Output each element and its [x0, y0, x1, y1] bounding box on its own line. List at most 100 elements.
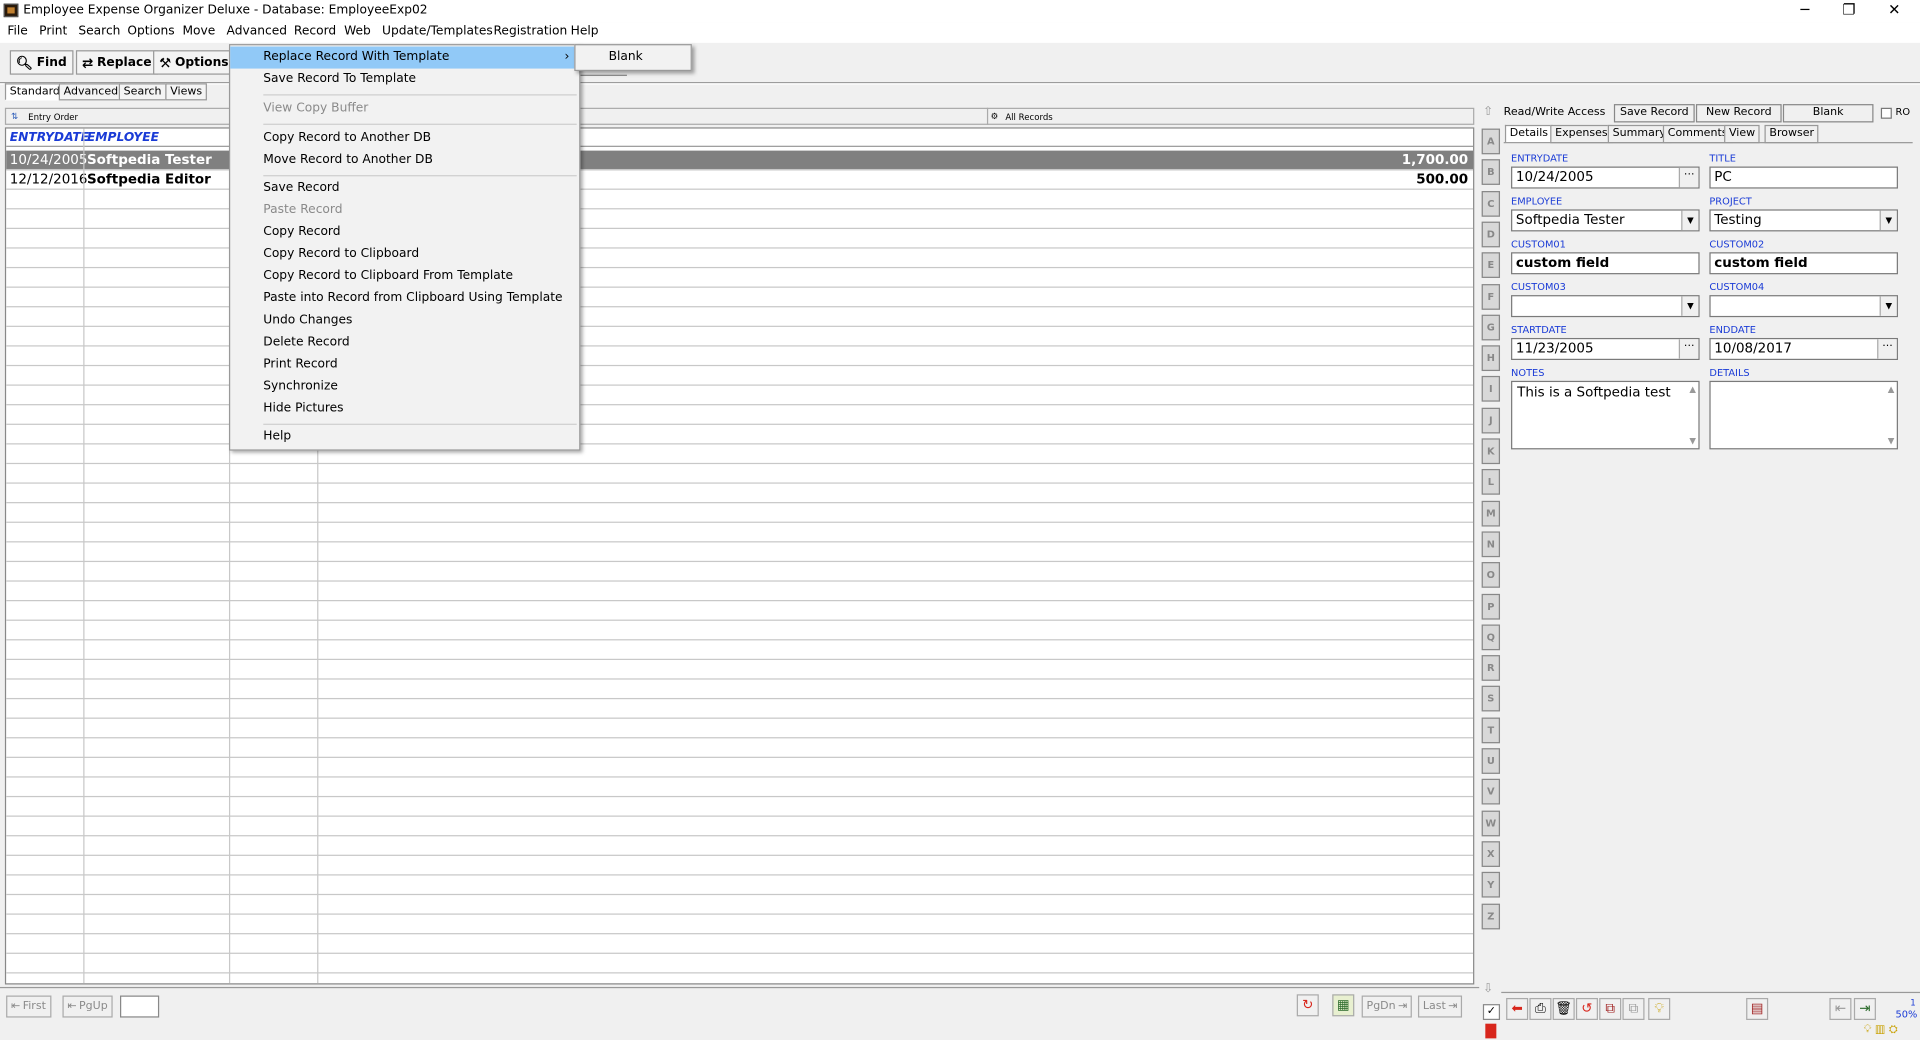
menu-item-print-record[interactable]: Print Record: [230, 354, 579, 376]
close-button[interactable]: ✕: [1872, 0, 1916, 22]
menu-item-delete-record[interactable]: Delete Record: [230, 332, 579, 354]
scroll-up-icon[interactable]: ▲: [1888, 384, 1895, 394]
menu-web[interactable]: Web: [344, 24, 371, 37]
ro-checkbox[interactable]: [1880, 107, 1892, 119]
menu-help[interactable]: Help: [571, 24, 599, 37]
alpha-letter-i[interactable]: I: [1481, 376, 1501, 403]
alpha-letter-d[interactable]: D: [1481, 221, 1501, 248]
minimize-button[interactable]: ─: [1783, 0, 1827, 22]
custom03-select[interactable]: ▼: [1511, 295, 1700, 318]
alpha-letter-v[interactable]: V: [1481, 779, 1501, 805]
alpha-letter-t[interactable]: T: [1481, 717, 1501, 743]
tab-views[interactable]: Views: [165, 83, 207, 101]
menu-item-copy-to-clipboard[interactable]: Copy Record to Clipboard: [230, 244, 579, 266]
alpha-letter-u[interactable]: U: [1481, 748, 1501, 774]
alpha-letter-h[interactable]: H: [1481, 345, 1501, 372]
chevron-down-icon[interactable]: ▼: [1879, 210, 1897, 231]
alpha-letter-s[interactable]: S: [1481, 686, 1501, 712]
grid-icon[interactable]: ▦: [1332, 994, 1355, 1017]
title-field[interactable]: PC: [1709, 166, 1898, 189]
menu-item-hide-pictures[interactable]: Hide Pictures: [230, 398, 579, 420]
menu-registration[interactable]: Registration: [493, 24, 567, 37]
custom04-select[interactable]: ▼: [1709, 295, 1898, 318]
details-textarea[interactable]: ▲ ▼: [1709, 380, 1898, 450]
menu-item-undo-changes[interactable]: Undo Changes: [230, 310, 579, 332]
alpha-letter-z[interactable]: Z: [1481, 903, 1501, 929]
restore-button[interactable]: ❐: [1827, 0, 1871, 22]
filter-label[interactable]: All Records: [1005, 113, 1052, 123]
menu-search[interactable]: Search: [78, 24, 120, 37]
scroll-down-icon[interactable]: ⇩: [1483, 982, 1493, 995]
date-picker-button[interactable]: ···: [1678, 167, 1699, 188]
tab-search[interactable]: Search: [118, 83, 167, 101]
alpha-letter-l[interactable]: L: [1481, 469, 1501, 496]
paste-record-icon[interactable]: ⧉: [1622, 997, 1645, 1021]
alpha-letter-b[interactable]: B: [1481, 159, 1501, 186]
trash-icon[interactable]: 🗑︎: [1552, 997, 1575, 1021]
notes-textarea[interactable]: This is a Softpedia test ▲ ▼: [1511, 380, 1700, 450]
menu-update-templates[interactable]: Update/Templates: [382, 24, 493, 37]
chevron-down-icon[interactable]: ▼: [1681, 296, 1699, 316]
menu-item-save-to-template[interactable]: Save Record To Template: [230, 69, 579, 91]
chevron-down-icon[interactable]: ▼: [1879, 296, 1897, 316]
prev-icon[interactable]: ⇤: [1829, 997, 1852, 1021]
record-grid[interactable]: ENTRYDATE EMPLOYEE 10/24/2005 Softpedia …: [4, 127, 1475, 985]
date-picker-button[interactable]: ···: [1678, 339, 1699, 359]
menu-file[interactable]: File: [7, 24, 27, 37]
tab-comments[interactable]: Comments: [1662, 124, 1733, 144]
date-picker-button[interactable]: ···: [1877, 339, 1897, 359]
alpha-letter-x[interactable]: X: [1481, 841, 1501, 867]
alpha-letter-e[interactable]: E: [1481, 252, 1501, 279]
alpha-letter-j[interactable]: J: [1481, 407, 1501, 434]
menu-item-paste-record[interactable]: Paste Record: [230, 200, 579, 222]
tab-standard[interactable]: Standard: [4, 83, 65, 101]
menu-item-synchronize[interactable]: Synchronize: [230, 376, 579, 398]
alpha-letter-n[interactable]: N: [1481, 531, 1501, 558]
menu-move[interactable]: Move: [182, 24, 215, 37]
next-icon[interactable]: ⇥: [1853, 997, 1876, 1021]
alpha-letter-a[interactable]: A: [1481, 128, 1501, 155]
alpha-letter-o[interactable]: O: [1481, 562, 1501, 588]
alpha-letter-g[interactable]: G: [1481, 314, 1501, 341]
back-arrow-icon[interactable]: ⬅: [1506, 997, 1529, 1021]
alpha-letter-c[interactable]: C: [1481, 190, 1501, 217]
entrydate-field[interactable]: 10/24/2005 ···: [1511, 166, 1700, 189]
check-icon[interactable]: ✓: [1482, 1004, 1501, 1021]
menu-record[interactable]: Record: [294, 24, 336, 37]
alpha-letter-y[interactable]: Y: [1481, 872, 1501, 898]
tab-browser[interactable]: Browser: [1764, 124, 1819, 144]
menu-item-view-copy-buffer[interactable]: View Copy Buffer: [230, 98, 579, 120]
alpha-letter-r[interactable]: R: [1481, 655, 1501, 681]
print-icon[interactable]: ⎙: [1529, 997, 1552, 1021]
sort-order-label[interactable]: Entry Order: [28, 113, 78, 123]
save-record-button[interactable]: Save Record: [1613, 104, 1695, 123]
alpha-letter-q[interactable]: Q: [1481, 624, 1501, 650]
startdate-field[interactable]: 11/23/2005 ···: [1511, 337, 1700, 361]
copy-record-icon[interactable]: ⧉: [1599, 997, 1622, 1021]
menu-item-copy-to-db[interactable]: Copy Record to Another DB: [230, 127, 579, 149]
menu-item-paste-clipboard-template[interactable]: Paste into Record from Clipboard Using T…: [230, 288, 579, 310]
new-record-button[interactable]: New Record: [1695, 104, 1782, 123]
table-row[interactable]: 12/12/2016 Softpedia Editor 500.00: [6, 170, 1473, 190]
menu-item-help[interactable]: Help: [230, 426, 579, 448]
submenu-item-blank[interactable]: Blank: [576, 47, 691, 69]
tab-expenses[interactable]: Expenses: [1550, 124, 1613, 144]
scroll-up-icon[interactable]: ▲: [1689, 384, 1696, 394]
alpha-letter-f[interactable]: F: [1481, 283, 1501, 310]
find-button[interactable]: 🔍︎ Find: [9, 50, 73, 75]
template-icon[interactable]: ▤: [1746, 997, 1769, 1021]
tab-details[interactable]: Details: [1504, 124, 1553, 144]
scroll-up-icon[interactable]: ⇧: [1483, 105, 1493, 118]
scroll-down-icon[interactable]: ▼: [1689, 436, 1696, 446]
lightbulb-icon[interactable]: 💡︎: [1648, 997, 1671, 1021]
alpha-letter-m[interactable]: M: [1481, 500, 1501, 527]
alpha-letter-w[interactable]: W: [1481, 810, 1501, 836]
menu-item-copy-record[interactable]: Copy Record: [230, 222, 579, 244]
menu-item-save-record[interactable]: Save Record: [230, 178, 579, 200]
menu-item-replace-with-template[interactable]: Replace Record With Template ›: [230, 46, 580, 69]
column-entrydate[interactable]: ENTRYDATE: [10, 131, 89, 144]
goto-record-input[interactable]: [120, 995, 160, 1018]
last-button[interactable]: Last ⇥: [1417, 995, 1463, 1018]
menu-advanced[interactable]: Advanced: [227, 24, 287, 37]
undo-icon[interactable]: ↺: [1575, 997, 1598, 1021]
